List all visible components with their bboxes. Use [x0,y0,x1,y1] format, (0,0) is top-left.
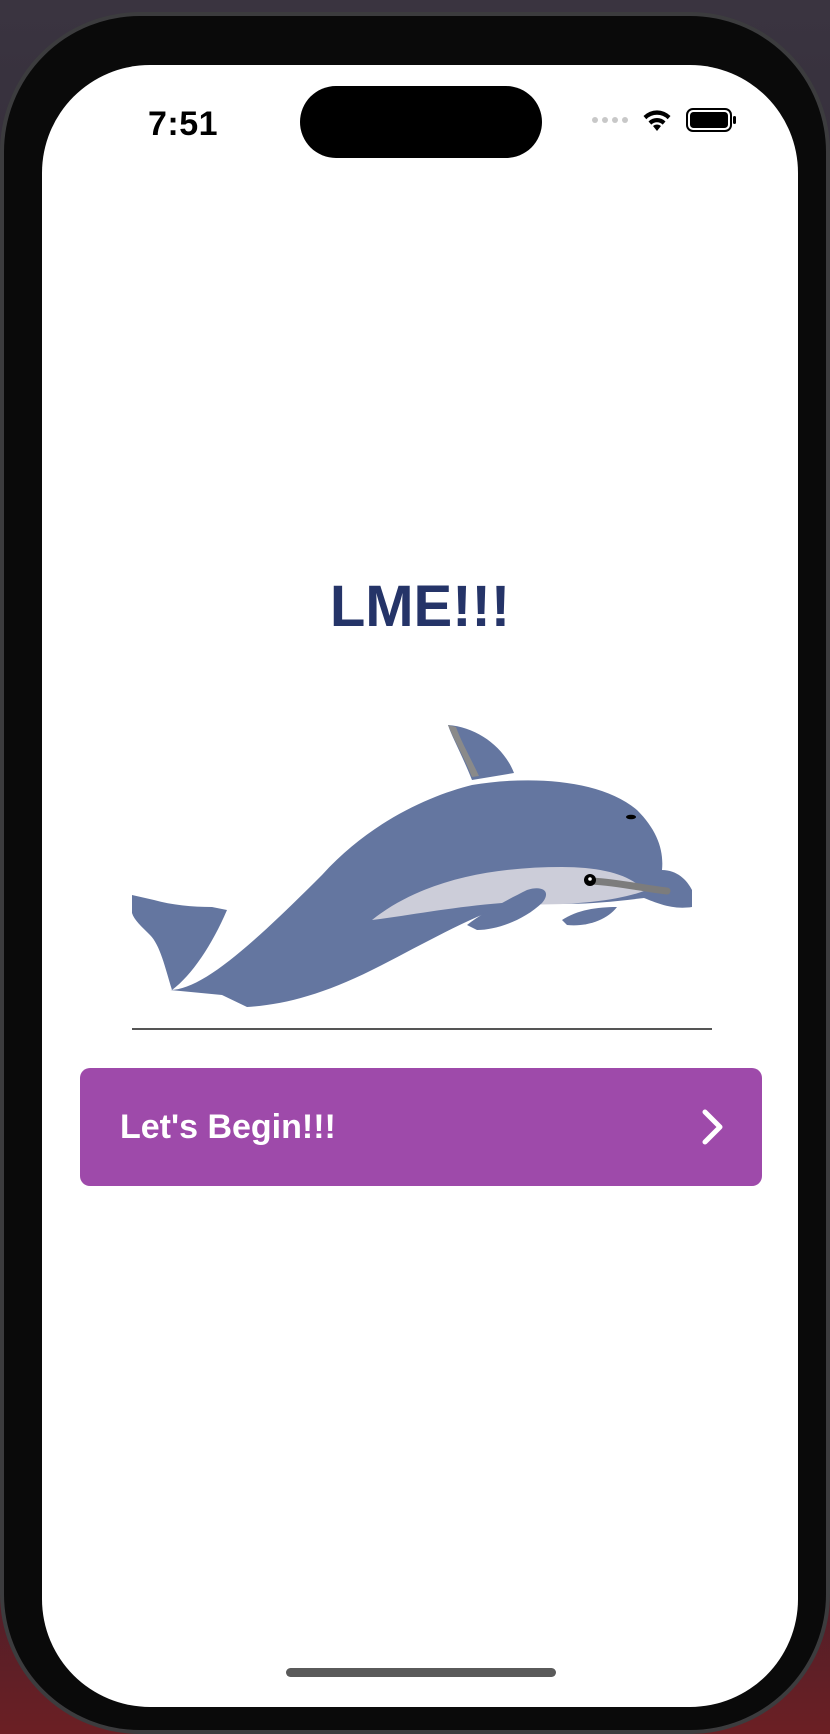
lets-begin-button[interactable]: Let's Begin!!! [80,1068,762,1186]
phone-frame: 7:51 LME!!! Let's Begin!!! [0,12,830,1734]
battery-icon [686,108,736,132]
dynamic-island [300,86,542,158]
chevron-right-icon [702,1109,723,1145]
begin-button-label: Let's Begin!!! [120,1107,336,1146]
dolphin-illustration [132,725,692,1007]
page-title: LME!!! [329,574,511,639]
cellular-signal-icon [592,117,628,123]
wifi-icon [643,110,671,131]
home-indicator[interactable] [286,1668,556,1677]
phone-screen: 7:51 LME!!! Let's Begin!!! [42,65,798,1707]
status-time: 7:51 [148,105,219,143]
baseline-divider [132,1028,712,1030]
status-icons [592,107,738,133]
